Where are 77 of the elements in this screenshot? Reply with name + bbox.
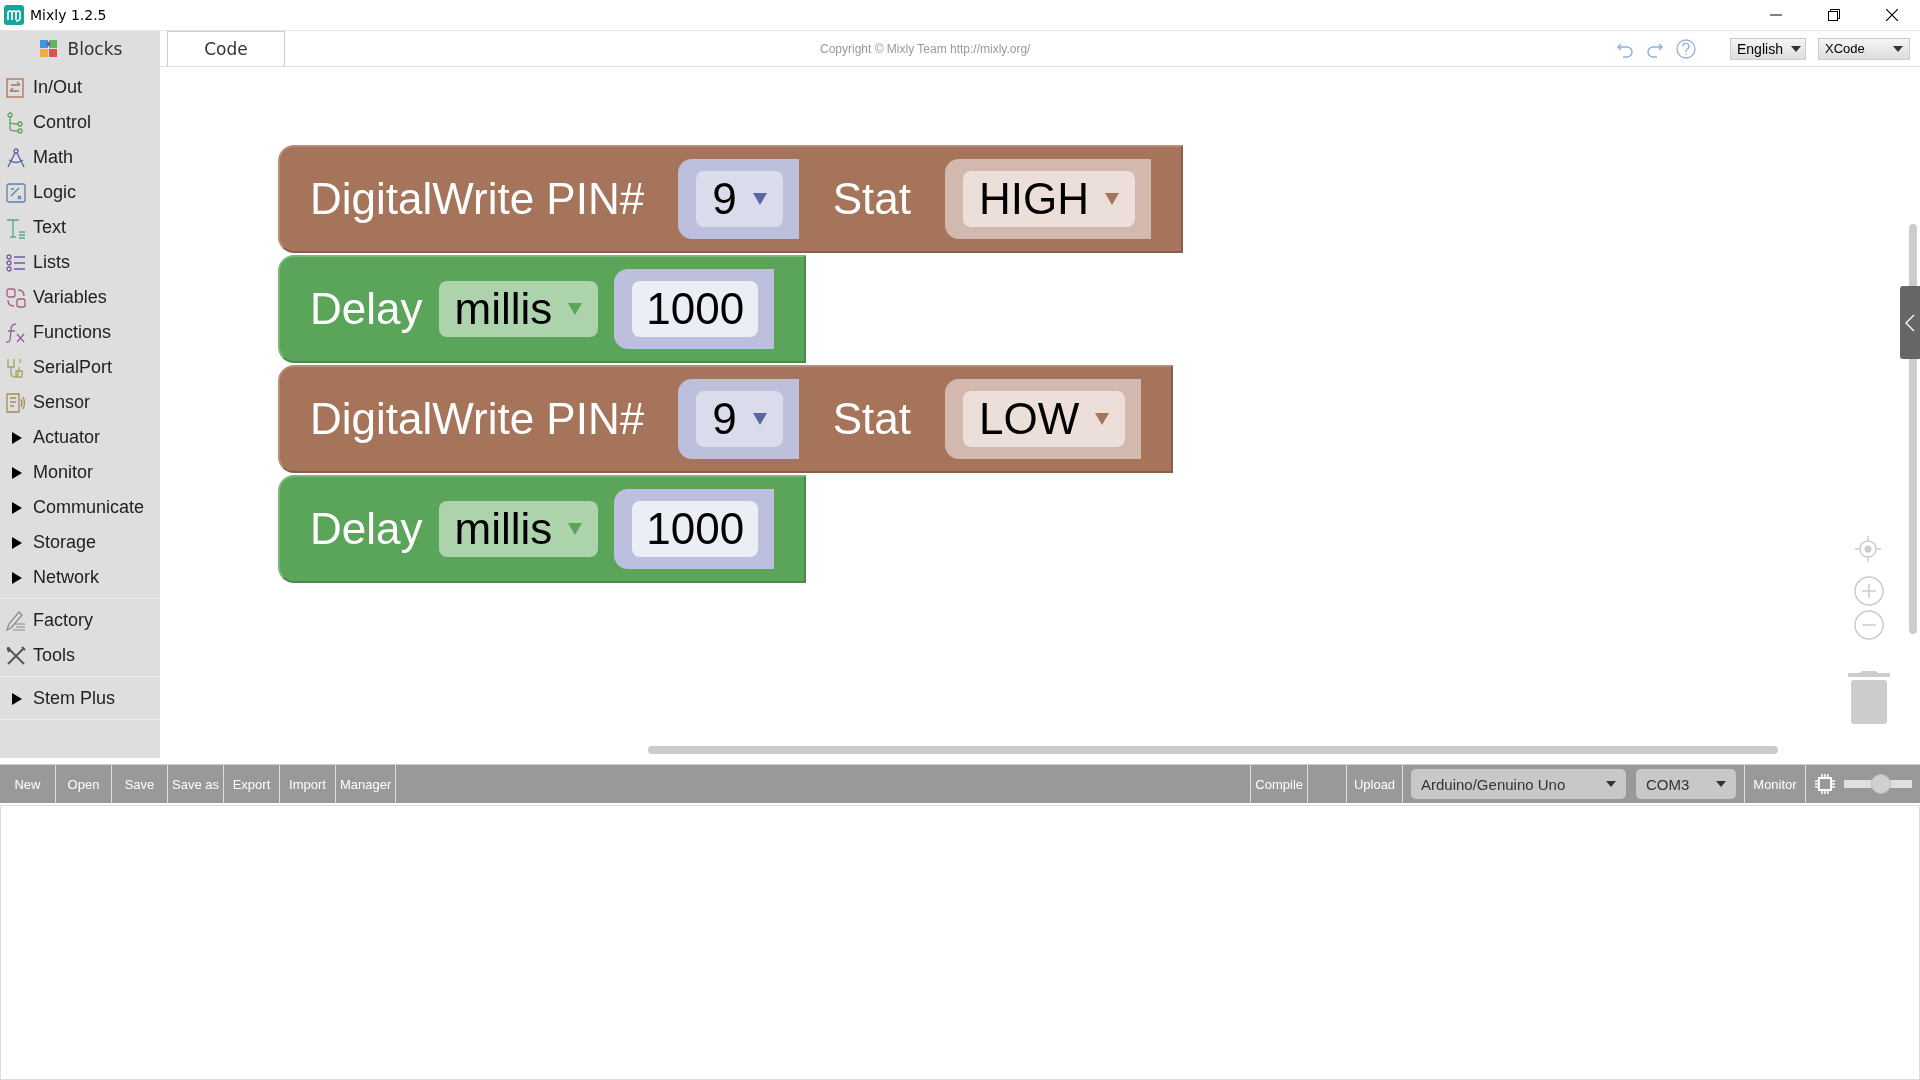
sidebar-item[interactable]: Logic bbox=[0, 175, 160, 210]
sidebar-item[interactable]: Variables bbox=[0, 280, 160, 315]
restore-icon[interactable] bbox=[1828, 9, 1840, 21]
category-icon bbox=[5, 181, 27, 204]
code-style-select[interactable]: XCode bbox=[1818, 37, 1910, 60]
caret-icon bbox=[1716, 781, 1726, 787]
caret-icon bbox=[1790, 45, 1801, 52]
zoom-in-icon[interactable] bbox=[1854, 576, 1884, 606]
block-label: DigitalWrite PIN# bbox=[310, 394, 645, 444]
category-icon bbox=[5, 286, 27, 309]
window-title: Mixly 1.2.5 bbox=[30, 7, 107, 23]
category-icon bbox=[5, 146, 27, 169]
sidebar-item[interactable]: Factory bbox=[0, 603, 160, 638]
block-label: Stat bbox=[832, 174, 911, 224]
app-logo-icon bbox=[4, 5, 24, 25]
number-field[interactable]: 1000 bbox=[632, 501, 759, 557]
copyright-text: Copyright © Mixly Team http://mixly.org/ bbox=[820, 41, 1031, 56]
sidebar-item[interactable]: Network bbox=[0, 560, 160, 595]
digital-write-block[interactable]: DigitalWrite PIN# 9 Stat LOW bbox=[278, 365, 1174, 473]
sidebar-item[interactable]: Text bbox=[0, 210, 160, 245]
port-select[interactable]: COM3 bbox=[1636, 769, 1736, 799]
help-icon[interactable] bbox=[1676, 38, 1696, 59]
digital-write-block[interactable]: DigitalWrite PIN# 9 Stat HIGH bbox=[278, 145, 1183, 253]
puzzle-icon bbox=[37, 37, 60, 60]
delay-block[interactable]: Delay millis 1000 bbox=[278, 475, 807, 583]
sidebar-item[interactable]: Control bbox=[0, 105, 160, 140]
state-dropdown[interactable]: LOW bbox=[962, 391, 1126, 447]
sidebar-item[interactable]: Sensor bbox=[0, 385, 160, 420]
caret-icon bbox=[752, 193, 767, 205]
unit-dropdown[interactable]: millis bbox=[438, 501, 599, 557]
category-icon bbox=[5, 321, 27, 344]
caret-icon bbox=[752, 413, 767, 425]
caret-icon bbox=[568, 523, 583, 535]
block-label: DigitalWrite PIN# bbox=[310, 174, 645, 224]
sidebar-item[interactable]: Monitor bbox=[0, 455, 160, 490]
state-dropdown[interactable]: HIGH bbox=[962, 171, 1135, 227]
sidebar-item[interactable]: Lists bbox=[0, 245, 160, 280]
sidebar-item[interactable]: SerialPort bbox=[0, 350, 160, 385]
sidebar-item[interactable]: Functions bbox=[0, 315, 160, 350]
board-select[interactable]: Arduino/Genuino Uno bbox=[1411, 769, 1626, 799]
block-label: Delay bbox=[310, 284, 423, 334]
category-icon bbox=[5, 76, 27, 99]
sidebar-item[interactable]: Storage bbox=[0, 525, 160, 560]
number-field[interactable]: 1000 bbox=[632, 281, 759, 337]
sidebar-item[interactable]: Tools bbox=[0, 638, 160, 673]
trash-icon[interactable] bbox=[1848, 669, 1890, 724]
chevron-left-icon bbox=[1905, 313, 1915, 332]
sidebar-item[interactable]: In/Out bbox=[0, 70, 160, 105]
pin-dropdown[interactable]: 9 bbox=[696, 171, 783, 227]
code-tab[interactable]: Code bbox=[167, 31, 285, 66]
caret-icon bbox=[1893, 45, 1903, 52]
category-icon bbox=[5, 251, 27, 274]
caret-icon bbox=[1606, 781, 1616, 787]
delay-block[interactable]: Delay millis 1000 bbox=[278, 255, 807, 363]
zoom-out-icon[interactable] bbox=[1854, 610, 1884, 640]
sidebar-item[interactable]: Math bbox=[0, 140, 160, 175]
category-icon bbox=[5, 391, 27, 414]
caret-icon bbox=[568, 303, 583, 315]
caret-icon bbox=[1095, 413, 1110, 425]
pencil-icon bbox=[5, 609, 27, 632]
tools-icon bbox=[5, 644, 27, 667]
sidebar-item[interactable]: Stem Plus bbox=[0, 681, 160, 716]
sidebar-item[interactable]: Communicate bbox=[0, 490, 160, 525]
pin-dropdown[interactable]: 9 bbox=[696, 391, 783, 447]
sidebar-item[interactable]: Actuator bbox=[0, 420, 160, 455]
caret-icon bbox=[1104, 193, 1119, 205]
unit-dropdown[interactable]: millis bbox=[438, 281, 599, 337]
recenter-icon[interactable] bbox=[1854, 535, 1882, 563]
chip-icon[interactable] bbox=[1814, 773, 1836, 795]
close-icon[interactable] bbox=[1886, 9, 1898, 21]
collapse-handle[interactable] bbox=[1900, 286, 1920, 359]
block-label: Stat bbox=[832, 394, 911, 444]
language-select[interactable]: English bbox=[1730, 37, 1806, 60]
category-icon bbox=[5, 216, 27, 239]
horizontal-scrollbar[interactable] bbox=[648, 746, 1778, 754]
slider-thumb[interactable] bbox=[1871, 774, 1892, 794]
block-label: Delay bbox=[310, 504, 423, 554]
